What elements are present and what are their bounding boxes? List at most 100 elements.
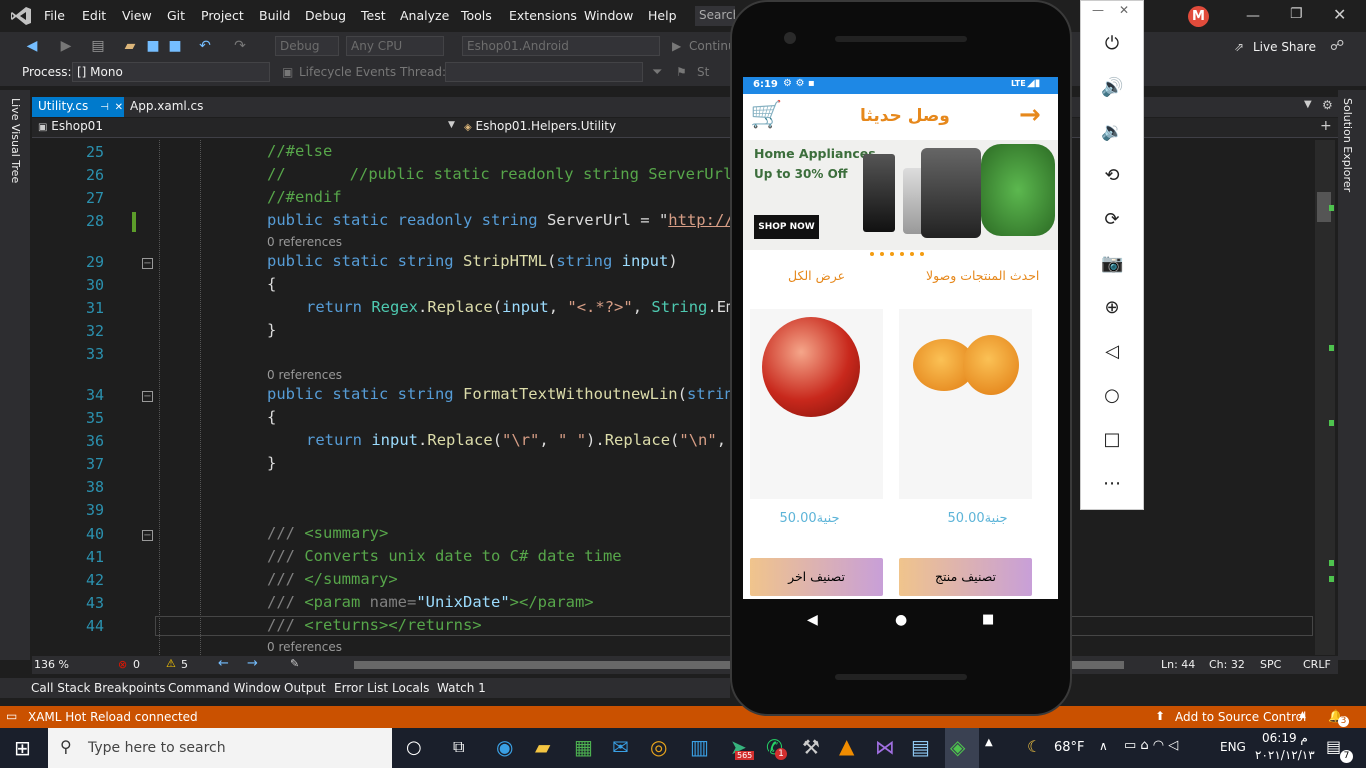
visual-studio-icon[interactable]: ⋈ [875,735,895,759]
rotate-left-icon[interactable]: ⟲ [1101,165,1123,187]
process-select[interactable]: [] Mono [72,62,270,82]
tab-locals[interactable]: Locals [392,681,429,695]
cortana-icon[interactable]: ○ [406,737,422,758]
close-icon[interactable]: ✕ [1333,5,1346,24]
tab-utility-cs[interactable]: Utility.cs ⊣ ✕ [32,97,124,117]
save-icon[interactable]: ■ [145,38,161,54]
tab-list-dropdown-icon[interactable]: ▼ [1304,99,1312,110]
feedback-icon[interactable]: ☍ [1330,38,1344,54]
live-share-icon[interactable]: ⇗ [1234,40,1244,54]
cart-icon[interactable]: 🛒 [750,100,782,130]
arrow-forward-icon[interactable]: → [1019,100,1041,130]
action-center-icon[interactable]: ▤ [1326,737,1341,756]
clock-time[interactable]: 06:19 م [1262,731,1308,745]
menu-project[interactable]: Project [201,8,244,23]
category-button-product[interactable]: تصنيف منتج [899,558,1032,596]
whitespace-indicator[interactable]: SPC [1260,658,1281,671]
store-icon[interactable]: ▦ [574,735,593,759]
tab-watch-1[interactable]: Watch 1 [437,681,486,695]
save-all-icon[interactable]: ■ [167,38,183,54]
tab-breakpoints[interactable]: Breakpoints [94,681,165,695]
product-card[interactable] [899,309,1032,499]
thread-select[interactable] [445,62,643,82]
open-folder-icon[interactable]: ▰ [122,38,138,54]
rotate-right-icon[interactable]: ⟳ [1101,209,1123,231]
menu-analyze[interactable]: Analyze [400,8,449,23]
nav-forward-icon[interactable]: → [247,656,258,671]
visual-studio-logo-icon[interactable] [10,6,32,26]
panel-minimize-icon[interactable]: — [1092,3,1104,17]
zoom-icon[interactable]: ⊕ [1101,297,1123,319]
android-device-icon[interactable]: ◈ [950,735,965,759]
startup-project-select[interactable]: Eshop01.Android [462,36,660,56]
line-ending-indicator[interactable]: CRLF [1303,658,1331,671]
menu-git[interactable]: Git [167,8,185,23]
shop-now-button[interactable]: SHOP NOW [754,215,819,239]
file-explorer-icon[interactable]: ▰ [535,735,550,759]
platform-select[interactable]: Any CPU [346,36,444,56]
solution-config-select[interactable]: Debug [275,36,339,56]
carousel-dots[interactable] [865,252,935,260]
settings-gear-icon[interactable]: ⚙ [1322,98,1333,112]
tab-app-xaml-cs[interactable]: App.xaml.cs [124,97,209,117]
codelens-references[interactable]: 0 references [267,368,342,382]
filter-icon[interactable]: ⏷ [652,65,662,80]
vertical-scrollbar[interactable] [1315,140,1335,655]
overview-square-icon[interactable]: □ [1101,429,1123,451]
edge-icon[interactable]: ◉ [496,735,513,759]
tray-chevron-icon[interactable]: ∧ [1099,739,1108,753]
split-editor-icon[interactable]: + [1320,118,1332,134]
avatar[interactable]: M [1188,6,1209,27]
tab-error-list[interactable]: Error List [334,681,388,695]
home-circle-icon[interactable]: ○ [1101,385,1123,407]
taskbar-search-box[interactable]: ⚲ Type here to search [48,728,392,768]
word-icon[interactable]: ▥ [690,735,709,759]
menu-extensions[interactable]: Extensions [509,8,577,23]
android-home-icon[interactable]: ● [895,612,907,628]
back-triangle-icon[interactable]: ◁ [1101,341,1123,363]
category-button-other[interactable]: تصنيف اخر [750,558,883,596]
project-dropdown[interactable]: ▣ Eshop01 ▼ [34,119,458,136]
collapse-icon[interactable]: − [142,258,153,269]
forward-icon[interactable]: ▶ [58,38,74,54]
codelens-references[interactable]: 0 references [267,235,342,249]
collapse-icon[interactable]: − [142,530,153,541]
mail-icon[interactable]: ✉ [612,735,629,759]
new-item-icon[interactable]: ▤ [90,38,106,54]
solution-explorer-tab[interactable]: Solution Explorer [1341,98,1354,192]
zoom-level-select[interactable]: 136 % [34,658,69,671]
continue-play-icon[interactable]: ▶ [672,39,681,53]
carousel-dot[interactable] [900,252,904,256]
menu-view[interactable]: View [122,8,152,23]
taskbar-overflow-icon[interactable]: ▲ [985,737,993,748]
tab-close-icon[interactable]: ✕ [115,102,123,113]
live-share-button[interactable]: Live Share [1253,40,1316,54]
menu-help[interactable]: Help [648,8,677,23]
task-view-icon[interactable]: ⧉ [453,737,464,757]
type-dropdown[interactable]: ◈ Eshop01.Helpers.Utility [464,119,734,136]
menu-debug[interactable]: Debug [305,8,346,23]
undo-icon[interactable]: ↶ [197,38,213,54]
chevron-up-icon[interactable]: ▲ [1299,710,1306,720]
camera-icon[interactable]: 📷 [1101,253,1123,275]
flag-icon[interactable]: ⚑ [676,65,687,79]
error-count[interactable]: 0 [133,658,140,671]
carousel-dot[interactable] [910,252,914,256]
tray-icons[interactable]: ▭ ⌂ ◠ ◁ [1124,738,1178,753]
tools-icon[interactable]: ⚒ [802,735,820,759]
panel-close-icon[interactable]: ✕ [1119,3,1129,17]
tab-output[interactable]: Output [284,681,326,695]
warning-count[interactable]: 5 [181,658,188,671]
product-card[interactable] [750,309,883,499]
brush-icon[interactable]: ✎ [290,657,299,670]
tab-call-stack[interactable]: Call Stack [31,681,90,695]
windows-start-icon[interactable]: ⊞ [14,736,31,760]
menu-edit[interactable]: Edit [82,8,106,23]
menu-build[interactable]: Build [259,8,290,23]
lifecycle-events-button[interactable]: Lifecycle Events [299,65,396,79]
codelens-references[interactable]: 0 references [267,640,342,654]
continue-button[interactable]: Continu [689,39,736,53]
emulator-icon[interactable]: ▤ [911,735,930,759]
vlc-icon[interactable]: ▲ [839,734,854,758]
back-icon[interactable]: ◀ [24,38,40,54]
